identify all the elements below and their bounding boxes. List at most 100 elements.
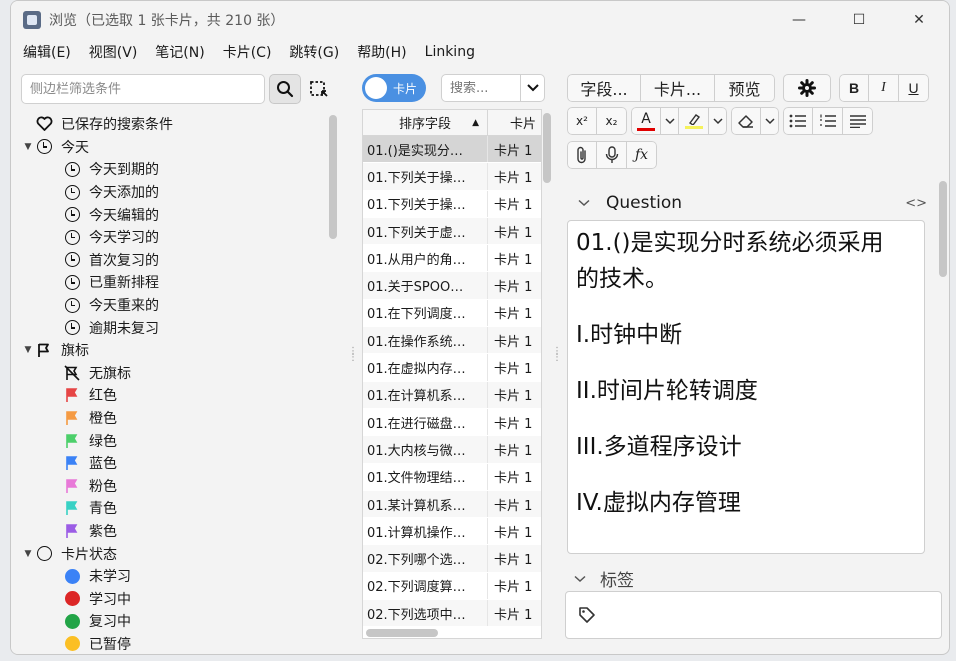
sort-field-cell: 01.在进行磁盘… — [363, 408, 488, 436]
flag-item-label: 紫色 — [89, 523, 117, 540]
search-history-dropdown[interactable] — [520, 75, 544, 101]
maximize-button[interactable]: ☐ — [829, 1, 889, 39]
close-button[interactable]: ✕ — [889, 1, 949, 39]
sidebar-filter-input[interactable] — [21, 74, 265, 104]
sidebar-search-button[interactable] — [269, 74, 301, 104]
tags-header[interactable]: 标签 — [574, 566, 634, 591]
table-horizontal-scrollbar[interactable] — [366, 629, 438, 637]
yellow-dot-icon — [64, 636, 80, 652]
state-suspended-item[interactable]: 已暂停 — [21, 633, 321, 654]
minimize-button[interactable]: — — [769, 1, 829, 39]
table-row[interactable]: 02.下列调度算… 卡片 1 — [363, 572, 541, 601]
card-search-input[interactable] — [450, 80, 520, 96]
today-edited-item[interactable]: 今天编辑的 — [21, 203, 321, 226]
table-row[interactable]: 02.下列选项中… 卡片 1 — [363, 600, 541, 628]
menu-go[interactable]: 跳转(G) — [289, 42, 339, 62]
table-row[interactable]: 01.在下列调度… 卡片 1 — [363, 299, 541, 328]
highlight-dropdown[interactable] — [709, 107, 727, 135]
cards-notes-toggle[interactable]: 卡片 — [362, 74, 426, 102]
table-row[interactable]: 01.下列关于操… 卡片 1 — [363, 163, 541, 191]
eraser-button[interactable] — [731, 107, 761, 135]
card-state-group[interactable]: ▼ 卡片状态 — [21, 542, 321, 565]
menu-linking[interactable]: Linking — [425, 44, 475, 60]
bold-button[interactable]: B — [839, 74, 869, 102]
cards-button[interactable]: 卡片... — [641, 74, 715, 102]
flag-red-item[interactable]: 红色 — [21, 384, 321, 407]
today-studied-item[interactable]: 今天学习的 — [21, 226, 321, 249]
tags-editor[interactable] — [565, 591, 942, 639]
menu-help[interactable]: 帮助(H) — [357, 42, 406, 62]
html-editor-toggle[interactable]: <> — [905, 196, 927, 211]
table-row[interactable]: 01.某计算机系… 卡片 1 — [363, 490, 541, 519]
font-color-dropdown[interactable] — [661, 107, 679, 135]
numbered-list-button[interactable] — [813, 107, 843, 135]
sidebar-splitter[interactable]: ⋮ ⋮ — [348, 347, 358, 363]
align-button[interactable] — [843, 107, 873, 135]
menu-edit[interactable]: 编辑(E) — [23, 42, 71, 62]
column-sort-field[interactable]: 排序字段 ▲ — [363, 110, 488, 135]
table-vertical-scrollbar[interactable] — [543, 113, 551, 183]
today-group[interactable]: ▼ 今天 — [21, 136, 321, 159]
flag-green-item[interactable]: 绿色 — [21, 429, 321, 452]
bullet-list-button[interactable] — [783, 107, 813, 135]
table-row[interactable]: 01.下列关于虚… 卡片 1 — [363, 217, 541, 246]
table-row[interactable]: 01.从用户的角… 卡片 1 — [363, 245, 541, 273]
editor-scrollbar[interactable] — [939, 181, 947, 277]
table-row[interactable]: 01.在虚拟内存… 卡片 1 — [363, 354, 541, 382]
collapse-caret[interactable]: ▼ — [21, 142, 35, 152]
underline-button[interactable]: U — [899, 74, 929, 102]
table-row[interactable]: 01.计算机操作… 卡片 1 — [363, 518, 541, 546]
italic-button[interactable]: I — [869, 74, 899, 102]
superscript-button[interactable]: x² — [567, 107, 597, 135]
question-field-editor[interactable]: 01.()是实现分时系统必须采用 的技术。 I.时钟中断 II.时间片轮转调度 … — [567, 220, 925, 554]
table-row[interactable]: 02.下列哪个选… 卡片 1 — [363, 545, 541, 573]
state-review-item[interactable]: 复习中 — [21, 610, 321, 633]
table-row[interactable]: 01.关于SPOO… 卡片 1 — [363, 272, 541, 300]
state-learning-item[interactable]: 学习中 — [21, 587, 321, 610]
collapse-caret[interactable]: ▼ — [21, 345, 35, 355]
collapse-caret[interactable]: ▼ — [21, 549, 35, 559]
options-button[interactable] — [783, 74, 831, 102]
menu-notes[interactable]: 笔记(N) — [155, 42, 204, 62]
question-field-header[interactable]: Question <> — [578, 193, 933, 213]
flag-purple-item[interactable]: 紫色 — [21, 520, 321, 543]
select-tool-button[interactable] — [305, 74, 333, 104]
attach-button[interactable] — [567, 141, 597, 169]
today-again-item[interactable]: 今天重来的 — [21, 294, 321, 317]
sidebar-scrollbar[interactable] — [329, 115, 337, 239]
flag-orange-item[interactable]: 橙色 — [21, 407, 321, 430]
first-review-item[interactable]: 首次复习的 — [21, 249, 321, 272]
today-added-item[interactable]: 今天添加的 — [21, 181, 321, 204]
today-due-item[interactable]: 今天到期的 — [21, 158, 321, 181]
overdue-item[interactable]: 逾期未复习 — [21, 316, 321, 339]
table-row[interactable]: 01.在计算机系… 卡片 1 — [363, 381, 541, 409]
saved-searches-item[interactable]: 已保存的搜索条件 — [21, 113, 321, 136]
editor-splitter[interactable]: ⋮ ⋮ — [552, 347, 562, 363]
eraser-dropdown[interactable] — [761, 107, 779, 135]
card-search-box[interactable] — [441, 74, 545, 102]
table-row[interactable]: 01.在进行磁盘… 卡片 1 — [363, 408, 541, 437]
flags-group[interactable]: ▼ 旗标 — [21, 339, 321, 362]
state-new-item[interactable]: 未学习 — [21, 565, 321, 588]
flag-cyan-item[interactable]: 青色 — [21, 497, 321, 520]
flag-none-item[interactable]: 无旗标 — [21, 362, 321, 385]
table-row[interactable]: 01.大内核与微… 卡片 1 — [363, 436, 541, 464]
flag-blue-item[interactable]: 蓝色 — [21, 452, 321, 475]
rescheduled-item[interactable]: 已重新排程 — [21, 271, 321, 294]
sort-field-cell: 01.从用户的角… — [363, 245, 488, 272]
highlight-button[interactable] — [679, 107, 709, 135]
menu-view[interactable]: 视图(V) — [89, 42, 138, 62]
function-button[interactable]: ƒx — [627, 141, 657, 169]
font-color-button[interactable]: A — [631, 107, 661, 135]
fields-button[interactable]: 字段... — [567, 74, 641, 102]
flag-pink-item[interactable]: 粉色 — [21, 475, 321, 498]
subscript-button[interactable]: x₂ — [597, 107, 627, 135]
table-row[interactable]: 01.()是实现分… 卡片 1 — [363, 136, 541, 164]
record-audio-button[interactable] — [597, 141, 627, 169]
table-row[interactable]: 01.下列关于操… 卡片 1 — [363, 190, 541, 218]
preview-button[interactable]: 预览 — [715, 74, 775, 102]
column-card[interactable]: 卡片 — [488, 110, 541, 135]
table-row[interactable]: 01.文件物理结… 卡片 1 — [363, 463, 541, 491]
menu-cards[interactable]: 卡片(C) — [223, 42, 272, 62]
table-row[interactable]: 01.在操作系统… 卡片 1 — [363, 327, 541, 355]
